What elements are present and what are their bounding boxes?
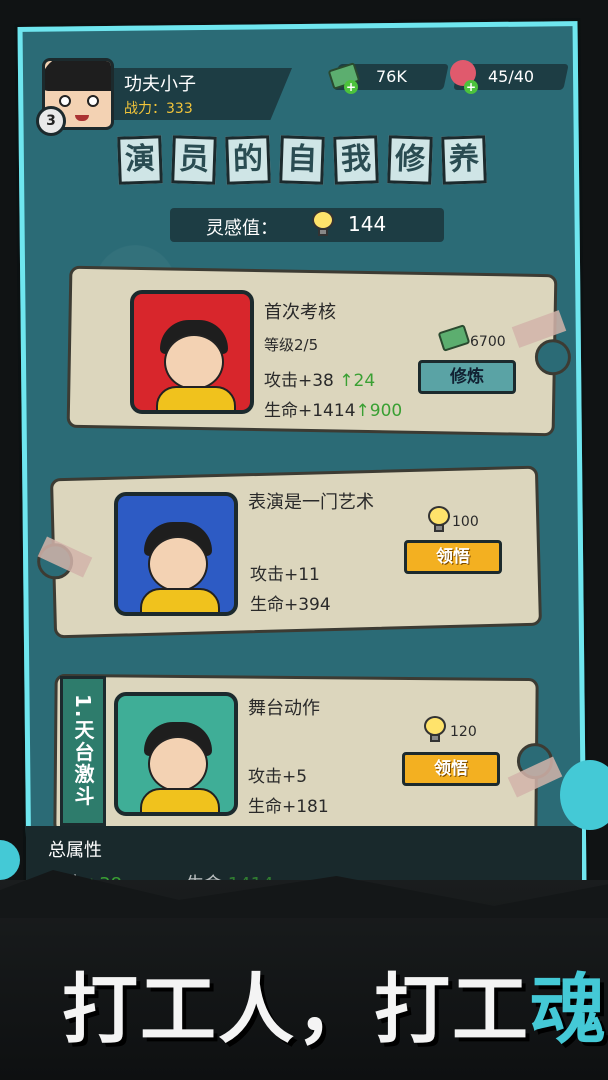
inspiration-label: 灵感值：: [206, 218, 278, 239]
paint-splash: [0, 840, 20, 880]
lightbulb-glass: [312, 210, 334, 230]
portrait-suit: [156, 386, 236, 410]
lightbulb-glass: [428, 506, 450, 526]
achievement-portrait: [114, 492, 238, 616]
avatar-mouth: [75, 115, 89, 121]
avatar-hair: [45, 61, 111, 91]
portrait-suit: [140, 588, 220, 612]
portrait-face: [164, 334, 224, 390]
lightbulb-icon: [424, 716, 446, 744]
slogan-accent: 魂: [530, 965, 608, 1054]
achievement-cost: 6700: [470, 334, 506, 350]
title-char: 员: [171, 135, 217, 185]
achievement-portrait: [130, 290, 254, 414]
slogan: 打工人，打工魂: [62, 948, 608, 1058]
add-stamina-button[interactable]: +: [464, 80, 478, 94]
cash-value: 76K: [375, 67, 407, 86]
avatar-eye: [87, 95, 99, 107]
attack-gain: ↑24: [339, 371, 376, 391]
lightbulb-glass: [424, 716, 446, 736]
inspiration-value: 144: [348, 212, 387, 236]
title-char: 我: [333, 135, 379, 185]
train-button[interactable]: 修炼: [418, 360, 516, 394]
title-char: 演: [117, 135, 163, 185]
slogan-main: 打工人，打工: [62, 965, 530, 1054]
lightbulb-base: [430, 734, 440, 742]
attack-value: 攻击+38: [264, 371, 334, 391]
hp-gain: ↑900: [355, 401, 403, 421]
add-cash-button[interactable]: +: [344, 80, 358, 94]
title-char: 自: [279, 135, 325, 185]
title-char: 修: [387, 135, 433, 185]
lightbulb-icon: [312, 210, 334, 238]
lightbulb-base: [434, 524, 444, 532]
player-power: 战力：333: [124, 101, 193, 117]
achievement-hp: 生命+1414↑900: [264, 396, 402, 421]
player-name: 功夫小子: [124, 74, 196, 95]
stage-tag[interactable]: 1.天台激斗: [60, 676, 106, 826]
title-char: 养: [441, 135, 487, 185]
portrait-face: [148, 736, 208, 792]
achievement-name: 舞台动作: [248, 698, 320, 719]
achievement-hp: 生命+181: [248, 797, 329, 817]
achievement-cost: 100: [452, 514, 479, 530]
totals-title: 总属性: [48, 840, 102, 861]
comprehend-button[interactable]: 领悟: [404, 540, 502, 574]
comprehend-button[interactable]: 领悟: [402, 752, 500, 786]
player-level-badge: 3: [36, 106, 66, 136]
hp-value: 生命+1414: [264, 401, 356, 421]
achievement-attack: 攻击+38 ↑24: [264, 366, 375, 391]
lightbulb-icon: [428, 506, 450, 534]
achievement-portrait: [114, 692, 238, 816]
page-title: 演 员 的 自 我 修 养: [117, 135, 487, 185]
achievement-attack: 攻击+5: [248, 767, 308, 787]
achievement-level: 等级2/5: [264, 336, 319, 354]
portrait-suit: [140, 788, 220, 812]
achievement-name: 首次考核: [264, 302, 336, 323]
portrait-face: [148, 536, 208, 592]
stamina-value: 45/40: [487, 67, 535, 86]
achievement-attack: 攻击+11: [250, 565, 320, 585]
avatar-eye: [59, 95, 71, 107]
achievement-hp: 生命+394: [250, 595, 331, 615]
lightbulb-base: [318, 228, 328, 236]
achievement-cost: 120: [450, 724, 477, 740]
title-char: 的: [225, 135, 271, 185]
achievement-name: 表演是一门艺术: [248, 492, 374, 513]
